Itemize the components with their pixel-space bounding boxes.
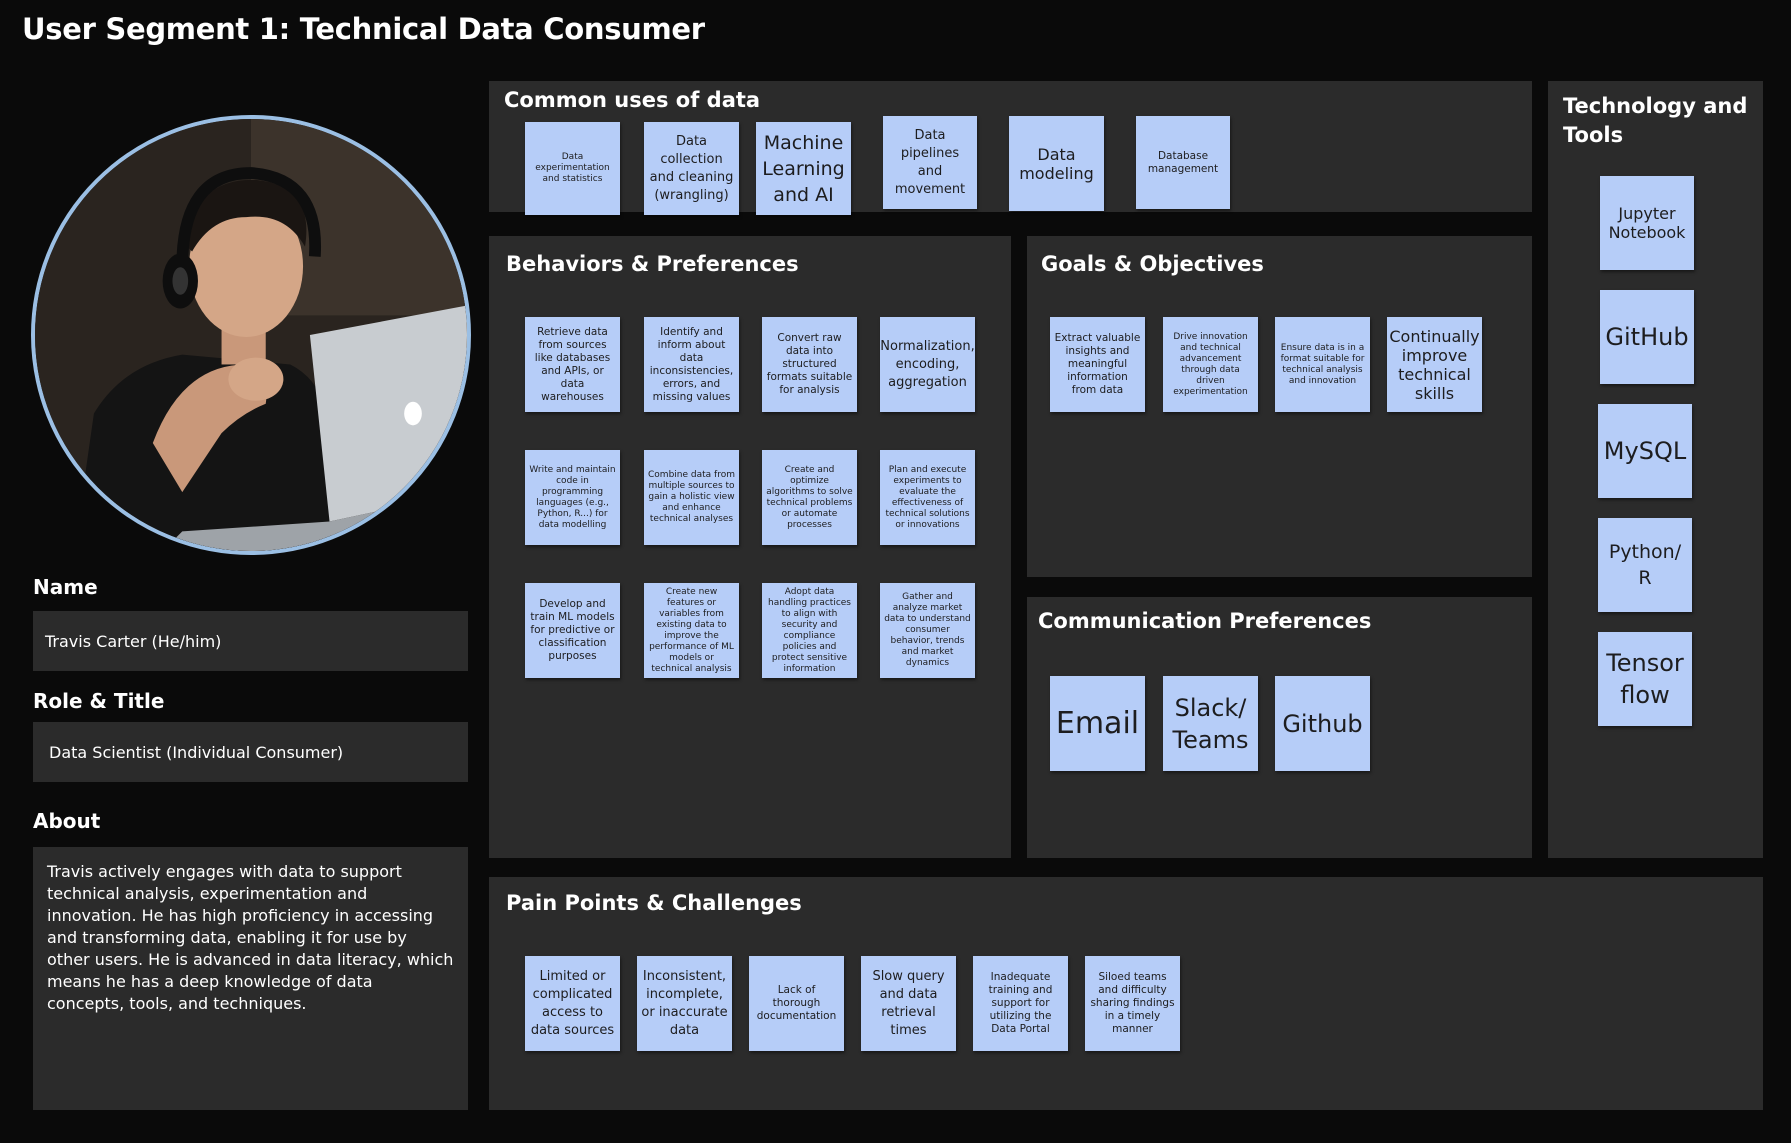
sticky-note: Normalization, encoding, aggregation (880, 317, 975, 412)
sticky-note: Drive innovation and technical advanceme… (1163, 317, 1258, 412)
person-with-laptop-image (35, 119, 467, 551)
sticky-note: Slack/ Teams (1163, 676, 1258, 771)
sticky-note: Ensure data is in a format suitable for … (1275, 317, 1370, 412)
technology-title: Technology and Tools (1563, 94, 1748, 147)
goals-title: Goals & Objectives (1041, 252, 1264, 276)
sticky-note: Create new features or variables from ex… (644, 583, 739, 678)
sticky-note: Adopt data handling practices to align w… (762, 583, 857, 678)
sticky-note: Develop and train ML models for predicti… (525, 583, 620, 678)
sticky-note: Jupyter Notebook (1600, 176, 1694, 270)
sticky-note: Machine Learning and AI (756, 122, 851, 215)
sticky-note: Combine data from multiple sources to ga… (644, 450, 739, 545)
sticky-note: Convert raw data into structured formats… (762, 317, 857, 412)
sticky-note: Data collection and cleaning (wrangling) (644, 122, 739, 215)
sticky-note: Plan and execute experiments to evaluate… (880, 450, 975, 545)
sticky-note: MySQL (1598, 404, 1692, 498)
sticky-note: Create and optimize algorithms to solve … (762, 450, 857, 545)
pain-points-title: Pain Points & Challenges (506, 891, 802, 915)
page-title: User Segment 1: Technical Data Consumer (22, 12, 705, 46)
name-field: Travis Carter (He/him) (33, 611, 468, 671)
sticky-note: Github (1275, 676, 1370, 771)
sticky-note: Python/ R (1598, 518, 1692, 612)
role-label: Role & Title (33, 689, 165, 713)
avatar (31, 115, 471, 555)
sticky-note: Gather and analyze market data to unders… (880, 583, 975, 678)
sticky-note: Retrieve data from sources like database… (525, 317, 620, 412)
sticky-note: Data experimentation and statistics (525, 122, 620, 215)
sticky-note: Email (1050, 676, 1145, 771)
sticky-note: Siloed teams and difficulty sharing find… (1085, 956, 1180, 1051)
sticky-note: Data modeling (1009, 116, 1104, 211)
sticky-note: Tensor flow (1598, 632, 1692, 726)
sticky-note: Lack of thorough documentation (749, 956, 844, 1051)
name-label: Name (33, 575, 98, 599)
about-field: Travis actively engages with data to sup… (33, 847, 468, 1110)
sticky-note: Write and maintain code in programming l… (525, 450, 620, 545)
communication-title: Communication Preferences (1038, 609, 1372, 633)
common-uses-title: Common uses of data (504, 88, 761, 112)
sticky-note: Database management (1136, 116, 1230, 209)
sticky-note: Extract valuable insights and meaningful… (1050, 317, 1145, 412)
about-label: About (33, 809, 101, 833)
sticky-note: Data pipelines and movement (883, 116, 977, 209)
sticky-note: Inadequate training and support for util… (973, 956, 1068, 1051)
sticky-note: Slow query and data retrieval times (861, 956, 956, 1051)
sticky-note: Continually improve technical skills (1387, 317, 1482, 412)
sticky-note: GitHub (1600, 290, 1694, 384)
behaviors-title: Behaviors & Preferences (506, 252, 799, 276)
role-field: Data Scientist (Individual Consumer) (33, 722, 468, 782)
sticky-note: Identify and inform about data inconsist… (644, 317, 739, 412)
sticky-note: Limited or complicated access to data so… (525, 956, 620, 1051)
sticky-note: Inconsistent, incomplete, or inaccurate … (637, 956, 732, 1051)
